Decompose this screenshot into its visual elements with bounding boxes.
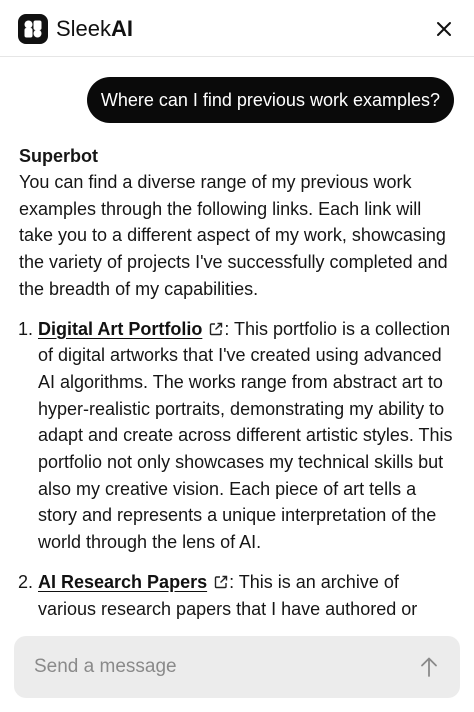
arrow-up-icon [421,657,437,677]
brand-name-light: Sleek [56,16,112,41]
bot-sender-name: Superbot [19,146,98,166]
close-button[interactable] [430,15,458,43]
list-item: Digital Art Portfolio: This portfolio is… [38,316,459,556]
close-icon [437,22,451,36]
send-button[interactable] [414,652,444,682]
message-input[interactable] [14,636,394,698]
sleekai-logo-icon [18,14,48,44]
list-item: AI Research Papers: This is an archive o… [38,569,459,622]
app-header: SleekAI [0,0,474,57]
user-message-bubble: Where can I find previous work examples? [86,77,454,123]
work-links-list: Digital Art Portfolio: This portfolio is… [19,316,459,623]
list-item-text: : This portfolio is a collection of digi… [38,318,453,553]
bot-intro-text: You can find a diverse range of my previ… [19,172,448,299]
external-link-icon [210,322,223,335]
brand-name: SleekAI [56,16,133,42]
brand-name-bold: AI [111,16,134,41]
digital-art-portfolio-link[interactable]: Digital Art Portfolio [38,319,202,339]
chat-transcript[interactable]: Where can I find previous work examples?… [0,57,474,712]
external-link-icon [214,575,228,589]
ai-research-papers-link[interactable]: AI Research Papers [38,572,207,592]
bot-message: Superbot You can find a diverse range of… [19,143,459,635]
message-composer [14,636,460,698]
